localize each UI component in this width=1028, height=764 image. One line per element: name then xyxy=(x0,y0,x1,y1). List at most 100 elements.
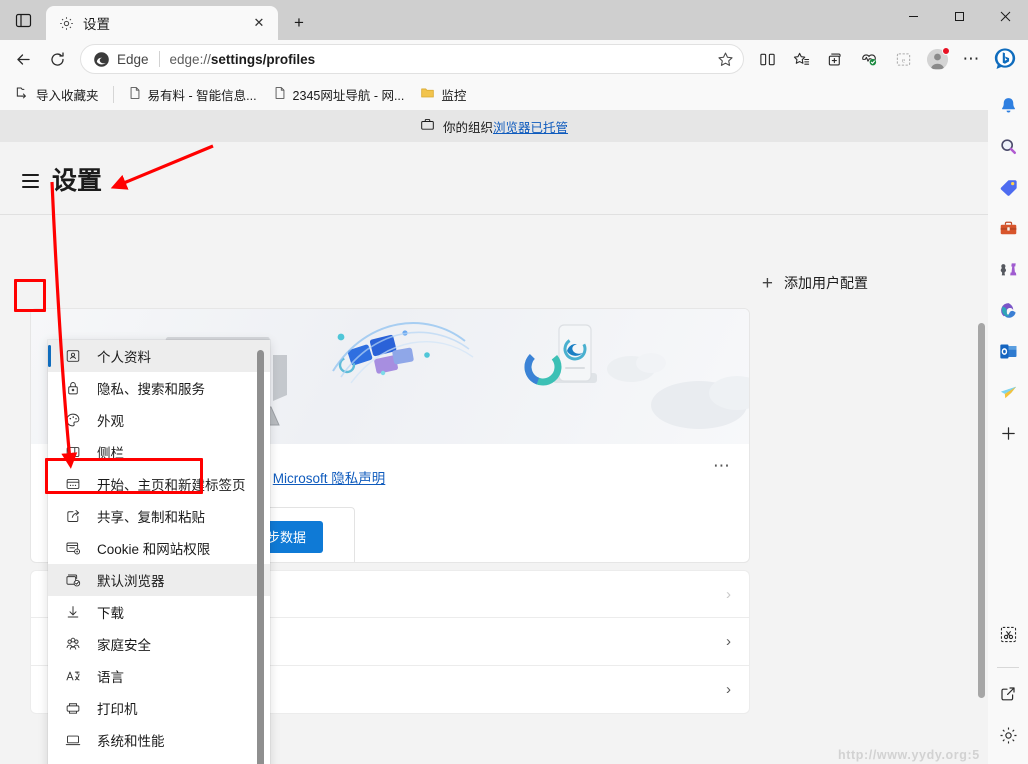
page-icon xyxy=(128,86,142,103)
ie-mode-icon[interactable]: e xyxy=(886,44,920,74)
bookmark-item[interactable]: 2345网址导航 - 网... xyxy=(266,81,412,108)
bookmark-label: 2345网址导航 - 网... xyxy=(292,88,405,103)
bing-copilot-icon[interactable] xyxy=(988,44,1022,74)
settings-menu-item-label: Cookie 和网站权限 xyxy=(97,542,211,557)
settings-navigation-flyout: 个人资料 隐私、搜索和服务 外观 侧栏 开始、主页和新建标签页 共享、复制和粘贴 Cooki… xyxy=(48,340,270,764)
chevron-right-icon: › xyxy=(726,585,731,603)
chevron-right-icon: › xyxy=(726,633,731,650)
settings-menu-item[interactable]: 家庭安全 xyxy=(48,628,270,660)
import-favorites-icon xyxy=(15,85,30,103)
bookmark-item[interactable]: 易有料 - 智能信息... xyxy=(121,81,264,108)
close-button[interactable] xyxy=(982,0,1028,32)
settings-menu-item-label: 外观 xyxy=(97,414,124,429)
settings-menu-item-label: 家庭安全 xyxy=(97,638,151,653)
minimize-button[interactable] xyxy=(890,0,936,32)
page-title: 设置 xyxy=(52,167,103,195)
gear-icon xyxy=(58,15,75,32)
omnibox-divider xyxy=(158,51,160,67)
lock-icon xyxy=(64,380,81,397)
settings-menu-item[interactable]: 语言 xyxy=(48,660,270,692)
bookmark-folder[interactable]: 监控 xyxy=(413,81,473,108)
favorites-list-icon[interactable] xyxy=(784,44,818,74)
sidebar-divider xyxy=(997,667,1019,668)
language-icon xyxy=(64,668,81,685)
briefcase-tools-icon[interactable] xyxy=(993,213,1023,243)
settings-menu-item-label: 隐私、搜索和服务 xyxy=(97,382,205,397)
org-banner-text: 你的组织浏览器已托管 xyxy=(442,120,569,135)
settings-menu-item[interactable]: 个人资料 xyxy=(48,340,270,372)
default-browser-icon xyxy=(64,572,81,589)
profile-avatar-icon[interactable] xyxy=(920,44,954,74)
tab-layout-icon[interactable] xyxy=(0,0,46,40)
notification-dot xyxy=(942,47,950,55)
settings-menu-item[interactable]: 共享、复制和粘贴 xyxy=(48,500,270,532)
more-options-button[interactable]: ⋯ xyxy=(954,44,988,74)
managed-browser-link[interactable]: 浏览器已托管 xyxy=(493,121,568,135)
flyout-scrollbar[interactable] xyxy=(257,350,264,764)
outlook-icon[interactable] xyxy=(993,336,1023,366)
share-icon xyxy=(64,508,81,525)
window-controls xyxy=(890,0,1028,40)
settings-menu-item[interactable]: 重置设置 xyxy=(48,756,270,764)
settings-menu-item-label: 默认浏览器 xyxy=(97,574,165,589)
edge-logo-icon xyxy=(94,51,109,67)
close-icon[interactable]: ✕ xyxy=(248,12,270,34)
back-arrow-icon[interactable] xyxy=(6,44,40,74)
page-icon xyxy=(273,86,287,103)
settings-menu-item[interactable]: 隐私、搜索和服务 xyxy=(48,372,270,404)
browser-tab[interactable]: 设置 ✕ xyxy=(46,6,278,40)
shopping-tag-icon[interactable] xyxy=(993,172,1023,202)
settings-menu-item[interactable]: 下载 xyxy=(48,596,270,628)
palette-icon xyxy=(64,412,81,429)
settings-menu-item[interactable]: Cookie 和网站权限 xyxy=(48,532,270,564)
split-screen-icon[interactable] xyxy=(750,44,784,74)
organization-banner: 你的组织浏览器已托管 xyxy=(0,110,988,142)
bookmark-import-favorites[interactable]: 导入收藏夹 xyxy=(8,81,106,108)
refresh-icon[interactable] xyxy=(40,44,74,74)
bookmark-label: 易有料 - 智能信息... xyxy=(147,88,257,103)
settings-menu-item-label: 共享、复制和粘贴 xyxy=(97,510,205,525)
browser-window: 设置 ✕ + Edge edge://settings/profiles e ⋯… xyxy=(0,0,1028,764)
settings-menu-item-label: 个人资料 xyxy=(97,350,151,365)
printer-icon xyxy=(64,700,81,717)
cookie-permissions-icon xyxy=(64,540,81,557)
star-icon[interactable] xyxy=(711,46,739,72)
family-safety-icon xyxy=(64,636,81,653)
bookmark-label: 导入收藏夹 xyxy=(36,88,99,103)
collections-add-icon[interactable] xyxy=(818,44,852,74)
settings-header: 设置 xyxy=(0,142,988,214)
card-more-menu[interactable]: ⋯ xyxy=(713,457,731,474)
hamburger-menu-icon[interactable] xyxy=(15,166,45,196)
notification-bell-icon[interactable] xyxy=(993,90,1023,120)
privacy-statement-link[interactable]: Microsoft 隐私声明 xyxy=(273,471,386,486)
settings-menu-item[interactable]: 系统和性能 xyxy=(48,724,270,756)
bookmark-label: 监控 xyxy=(441,88,467,103)
maximize-button[interactable] xyxy=(936,0,982,32)
address-bar[interactable]: Edge edge://settings/profiles xyxy=(80,44,744,74)
add-user-profile-button[interactable]: + 添加用户配置 xyxy=(762,273,868,293)
settings-menu-item[interactable]: 外观 xyxy=(48,404,270,436)
add-tool-icon[interactable] xyxy=(993,418,1023,448)
settings-menu-item[interactable]: 打印机 xyxy=(48,692,270,724)
settings-menu-item-label: 语言 xyxy=(97,670,124,685)
screenshot-snip-icon[interactable] xyxy=(993,619,1023,649)
settings-menu-item[interactable]: 默认浏览器 xyxy=(48,564,270,596)
settings-page: 你的组织浏览器已托管 设置 + 添加用户配置 xyxy=(0,110,988,764)
paper-plane-icon[interactable] xyxy=(993,377,1023,407)
chevron-right-icon: › xyxy=(726,681,731,698)
open-external-icon[interactable] xyxy=(993,679,1023,709)
new-tab-button[interactable]: + xyxy=(282,6,316,40)
settings-menu-item-label: 系统和性能 xyxy=(97,734,165,749)
plus-icon: + xyxy=(761,272,773,294)
browser-essentials-icon[interactable] xyxy=(852,44,886,74)
office-365-icon[interactable] xyxy=(993,295,1023,325)
svg-text:e: e xyxy=(901,55,905,64)
navigation-toolbar: Edge edge://settings/profiles e ⋯ xyxy=(0,40,1028,78)
games-icon[interactable] xyxy=(993,254,1023,284)
settings-gear-icon[interactable] xyxy=(993,720,1023,750)
search-icon[interactable] xyxy=(993,131,1023,161)
profile-icon xyxy=(64,348,81,365)
folder-icon xyxy=(420,85,435,103)
url-text: edge://settings/profiles xyxy=(169,51,316,67)
page-scrollbar[interactable] xyxy=(978,323,985,698)
